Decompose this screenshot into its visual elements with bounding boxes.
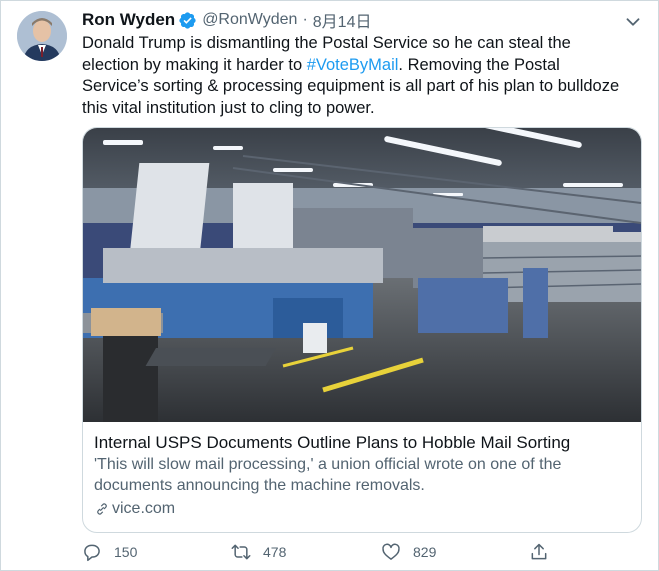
like-button[interactable]: 829 — [381, 542, 436, 562]
reply-button[interactable]: 150 — [82, 542, 137, 562]
card-title[interactable]: Internal USPS Documents Outline Plans to… — [94, 432, 634, 454]
retweet-button[interactable]: 478 — [231, 542, 286, 562]
reply-count: 150 — [114, 544, 138, 560]
retweet-count: 478 — [263, 544, 287, 560]
card-text: Internal USPS Documents Outline Plans to… — [94, 432, 634, 518]
heart-icon — [382, 543, 400, 560]
avatar[interactable] — [17, 11, 67, 61]
card-domain-label: vice.com — [112, 500, 176, 517]
avatar-photo — [17, 11, 67, 61]
verified-badge-icon — [178, 11, 197, 30]
hashtag-link[interactable]: #VoteByMail — [307, 56, 399, 74]
card-domain[interactable]: vice.com — [94, 500, 634, 518]
action-bar: 150 478 829 — [82, 542, 562, 566]
tweet-text: Donald Trump is dismantling the Postal S… — [82, 33, 622, 119]
chevron-down-icon[interactable] — [622, 11, 644, 33]
like-count: 829 — [413, 544, 437, 560]
tweet-container[interactable]: Ron Wyden @RonWyden · 8月14日 Donald Trump… — [0, 0, 659, 571]
link-icon — [97, 503, 107, 515]
tweet-date[interactable]: 8月14日 — [313, 8, 372, 32]
author-handle[interactable]: @RonWyden — [202, 11, 297, 29]
share-icon — [531, 543, 547, 560]
tweet-header: Ron Wyden @RonWyden · 8月14日 — [82, 9, 371, 31]
link-card[interactable]: Internal USPS Documents Outline Plans to… — [82, 127, 642, 533]
share-button[interactable] — [529, 542, 561, 562]
separator-dot: · — [302, 11, 308, 28]
mail-sorting-facility-photo — [83, 128, 641, 422]
author-name[interactable]: Ron Wyden — [82, 10, 175, 30]
retweet-icon — [231, 544, 251, 560]
card-description: 'This will slow mail processing,' a unio… — [94, 456, 562, 494]
reply-icon — [84, 544, 100, 562]
